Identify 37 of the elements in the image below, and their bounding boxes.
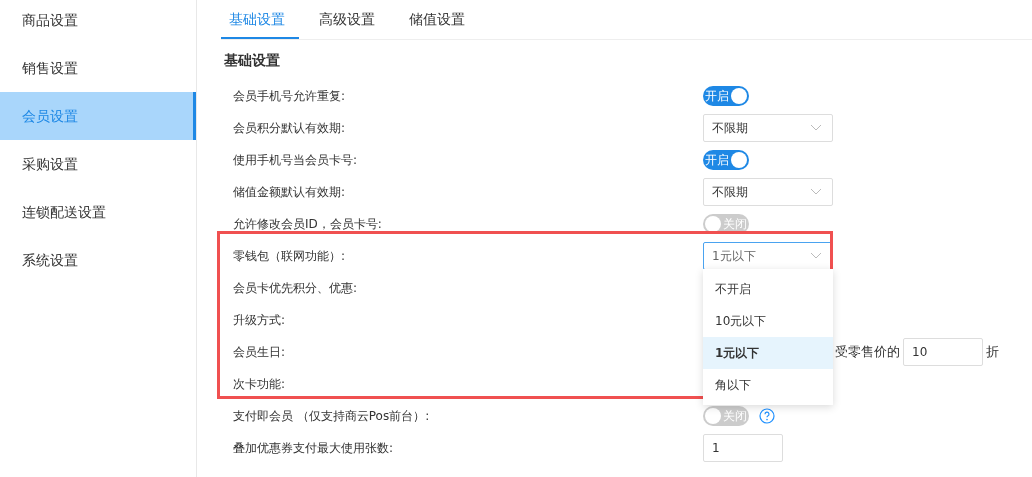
- setting-label: 允许修改会员ID，会员卡号:: [233, 215, 383, 233]
- select-field[interactable]: 不限期: [703, 114, 833, 142]
- input-field[interactable]: 10: [903, 338, 983, 366]
- tab[interactable]: 基础设置: [221, 0, 299, 39]
- dropdown-option[interactable]: 10元以下: [703, 305, 833, 337]
- setting-label: 会员手机号允许重复:: [233, 87, 347, 105]
- setting-label: 会员生日:: [233, 343, 287, 361]
- setting-label: 会员卡优先积分、优惠:: [233, 279, 359, 297]
- discount-text: 受零售价的: [835, 343, 900, 361]
- setting-label: 支付即会员 （仅支持商云Pos前台）:: [233, 407, 431, 425]
- select-field[interactable]: 不限期: [703, 178, 833, 206]
- setting-label: 使用手机号当会员卡号:: [233, 151, 359, 169]
- setting-label: 零钱包（联网功能）:: [233, 247, 347, 265]
- input-field[interactable]: 1: [703, 434, 783, 462]
- tab[interactable]: 高级设置: [305, 0, 389, 39]
- tab[interactable]: 储值设置: [395, 0, 479, 39]
- setting-label: 升级方式:: [233, 311, 287, 329]
- sidebar-item[interactable]: 销售设置: [0, 44, 196, 92]
- setting-label: 叠加优惠券支付最大使用张数:: [233, 439, 395, 457]
- sidebar-item[interactable]: 系统设置: [0, 236, 196, 284]
- unit-text: 折: [986, 343, 999, 361]
- dropdown-option[interactable]: 1元以下: [703, 337, 833, 369]
- sidebar-item[interactable]: 商品设置: [0, 0, 196, 44]
- caret-icon: [810, 252, 822, 260]
- sidebar-item[interactable]: 连锁配送设置: [0, 188, 196, 236]
- setting-label: 会员积分默认有效期:: [233, 119, 347, 137]
- help-icon[interactable]: [759, 408, 775, 424]
- setting-label: 储值金额默认有效期:: [233, 183, 347, 201]
- setting-label: 次卡功能:: [233, 375, 287, 393]
- dropdown-option[interactable]: 角以下: [703, 369, 833, 401]
- toggle-switch[interactable]: 开启: [703, 86, 749, 106]
- sidebar-item[interactable]: 采购设置: [0, 140, 196, 188]
- section-title: 基础设置: [223, 51, 281, 70]
- toggle-switch[interactable]: 开启: [703, 150, 749, 170]
- caret-icon: [810, 124, 822, 132]
- dropdown-option[interactable]: 不开启: [703, 273, 833, 305]
- caret-icon: [810, 188, 822, 196]
